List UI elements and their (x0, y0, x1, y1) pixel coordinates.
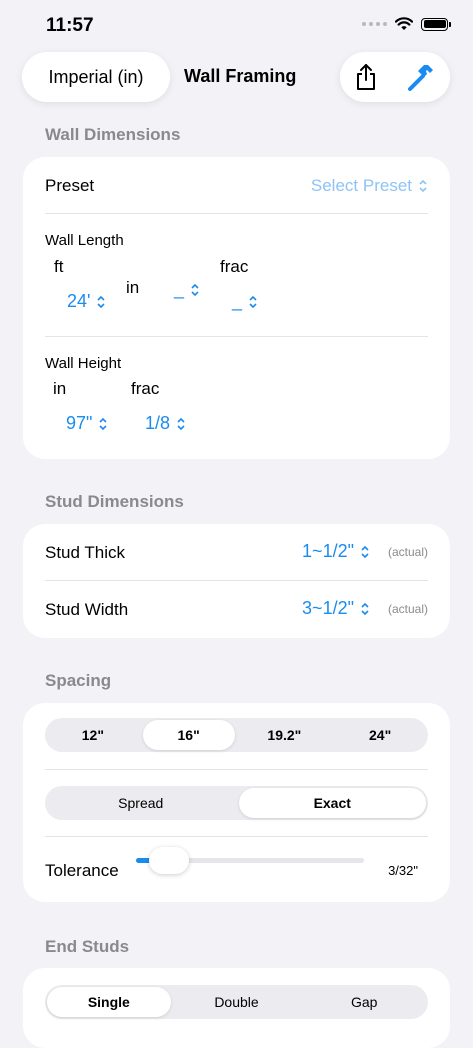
units-button[interactable]: Imperial (in) (22, 52, 170, 102)
wall-length-label: Wall Length (45, 232, 124, 249)
status-time: 11:57 (46, 15, 94, 36)
end-studs-gap[interactable]: Gap (302, 987, 426, 1017)
chevron-up-down-icon (177, 417, 185, 430)
stud-thick-label: Stud Thick (45, 543, 126, 562)
chevron-up-down-icon (419, 179, 427, 193)
frac-label: frac (220, 257, 249, 276)
hammer-icon[interactable] (406, 62, 436, 92)
battery-icon (421, 17, 448, 31)
end-studs-double[interactable]: Double (175, 987, 299, 1017)
page-title: Wall Framing (184, 66, 297, 86)
stud-thick-picker[interactable]: 1~1/2" (actual) (302, 541, 428, 562)
end-studs-single[interactable]: Single (47, 987, 171, 1017)
divider (45, 580, 428, 581)
spacing-option-12[interactable]: 12" (47, 720, 139, 750)
in-label: in (53, 379, 67, 398)
section-wall-dimensions: Wall Dimensions (45, 125, 181, 144)
chevron-up-down-icon (97, 295, 106, 308)
wall-height-label: Wall Height (45, 355, 122, 372)
stud-width-note: (actual) (387, 601, 428, 616)
spacing-segmented-control: 12" 16" 19.2" 24" (45, 718, 428, 752)
tolerance-slider-thumb[interactable] (148, 847, 189, 874)
wall-dimensions-card: Preset Select Preset Wall Length ft in f… (23, 157, 450, 459)
stud-width-label: Stud Width (45, 600, 129, 619)
length-in-value: _ (174, 279, 185, 299)
spacing-card: 12" 16" 19.2" 24" Spread Exact Tolerance… (23, 703, 450, 902)
stud-width-picker[interactable]: 3~1/2" (actual) (302, 598, 428, 619)
stud-thick-note: (actual) (387, 544, 428, 559)
length-ft-value: 24' (67, 291, 91, 311)
tolerance-slider[interactable] (136, 847, 364, 874)
nav-actions (340, 52, 450, 102)
preset-picker[interactable]: Select Preset (311, 176, 428, 196)
share-icon[interactable] (354, 63, 378, 91)
section-end-studs: End Studs (45, 937, 130, 956)
height-in-picker[interactable]: 97" (66, 413, 108, 434)
stud-dimensions-card: Stud Thick 1~1/2" (actual) Stud Width 3~… (23, 524, 450, 638)
height-frac-picker[interactable]: 1/8 (145, 413, 186, 434)
divider (45, 836, 428, 837)
divider (45, 336, 428, 337)
preset-label: Preset (45, 176, 95, 195)
height-frac-value: 1/8 (145, 413, 171, 433)
chevron-up-down-icon (249, 295, 257, 308)
length-frac-picker[interactable]: _ (232, 291, 258, 312)
tolerance-label: Tolerance (45, 861, 119, 880)
spacing-option-19-2[interactable]: 19.2" (239, 720, 331, 750)
stud-width-value: 3~1/2" (302, 598, 354, 618)
spacing-option-24[interactable]: 24" (334, 720, 426, 750)
length-ft-picker[interactable]: 24' (67, 291, 106, 312)
divider (45, 213, 428, 214)
length-frac-value: _ (232, 291, 243, 311)
wifi-icon (395, 17, 413, 30)
length-in-picker[interactable]: _ (174, 279, 200, 300)
section-stud-dimensions: Stud Dimensions (45, 492, 184, 511)
mode-spread[interactable]: Spread (47, 788, 235, 818)
tolerance-value: 3/32" (388, 863, 418, 878)
end-studs-control: Single Double Gap (45, 985, 428, 1019)
in-label: in (126, 278, 140, 297)
status-icons (362, 17, 451, 31)
height-in-value: 97" (66, 413, 93, 433)
signal-dots-icon (362, 22, 387, 26)
chevron-up-down-icon (361, 602, 369, 615)
end-studs-card: Single Double Gap (23, 968, 450, 1048)
divider (45, 769, 428, 770)
chevron-up-down-icon (191, 283, 199, 296)
chevron-up-down-icon (99, 417, 107, 430)
spacing-option-16[interactable]: 16" (142, 720, 235, 750)
ft-label: ft (54, 257, 64, 276)
spacing-mode-control: Spread Exact (45, 786, 428, 820)
stud-thick-value: 1~1/2" (302, 541, 354, 561)
mode-exact[interactable]: Exact (238, 788, 426, 818)
preset-value: Select Preset (310, 176, 412, 195)
chevron-up-down-icon (361, 545, 369, 558)
section-spacing: Spacing (45, 671, 112, 690)
frac-label: frac (131, 379, 160, 398)
